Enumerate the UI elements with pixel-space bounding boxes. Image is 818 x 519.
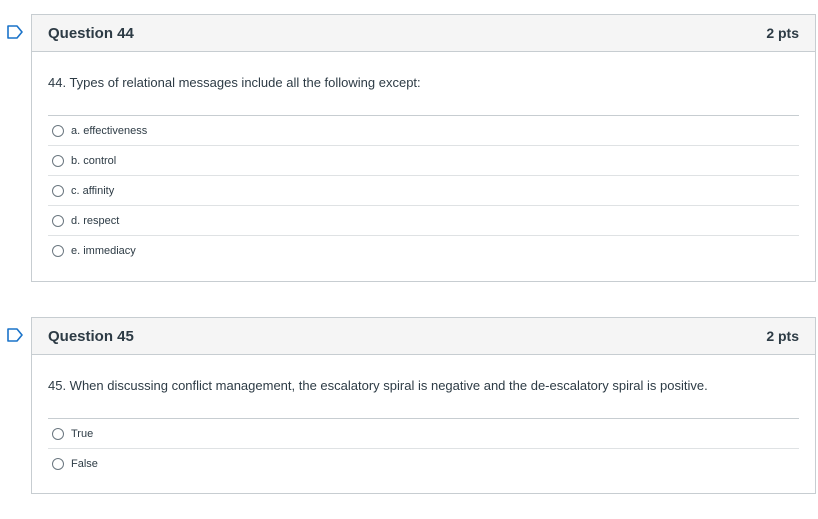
bookmark-flag-icon[interactable] bbox=[7, 328, 24, 342]
question-points: 2 pts bbox=[766, 328, 799, 344]
answer-option[interactable]: a. effectiveness bbox=[48, 116, 799, 146]
answer-label: c. affinity bbox=[71, 184, 115, 197]
quiz-page: Question 44 2 pts 44. Types of relationa… bbox=[0, 0, 818, 519]
answer-label: True bbox=[71, 427, 94, 440]
radio-button[interactable] bbox=[52, 214, 64, 227]
question-body: 44. Types of relational messages include… bbox=[32, 52, 815, 266]
radio-button[interactable] bbox=[52, 184, 64, 197]
question-header: Question 44 2 pts bbox=[32, 15, 815, 52]
answer-label: b. control bbox=[71, 154, 117, 167]
radio-button[interactable] bbox=[52, 458, 64, 470]
answer-label: a. effectiveness bbox=[71, 124, 148, 137]
question-body: 45. When discussing conflict management,… bbox=[32, 355, 815, 479]
radio-button[interactable] bbox=[52, 124, 64, 137]
answer-option[interactable]: True bbox=[48, 419, 799, 449]
answer-option[interactable]: False bbox=[48, 449, 799, 479]
radio-button[interactable] bbox=[52, 427, 64, 440]
answer-option[interactable]: d. respect bbox=[48, 206, 799, 236]
radio-button[interactable] bbox=[52, 154, 64, 167]
radio-button[interactable] bbox=[52, 245, 64, 257]
answer-option[interactable]: b. control bbox=[48, 146, 799, 176]
answer-label: d. respect bbox=[71, 214, 120, 227]
bookmark-flag-icon[interactable] bbox=[7, 25, 24, 39]
answer-label: False bbox=[71, 458, 98, 470]
answer-option[interactable]: e. immediacy bbox=[48, 236, 799, 266]
question-header: Question 45 2 pts bbox=[32, 318, 815, 355]
question-title: Question 44 bbox=[48, 24, 134, 42]
answer-list: True False bbox=[48, 418, 799, 479]
answer-label: e. immediacy bbox=[71, 245, 136, 257]
answer-list: a. effectiveness b. control c. affinity … bbox=[48, 115, 799, 266]
question-points: 2 pts bbox=[766, 25, 799, 41]
question-card: Question 45 2 pts 45. When discussing co… bbox=[31, 317, 816, 494]
question-title: Question 45 bbox=[48, 327, 134, 345]
answer-option[interactable]: c. affinity bbox=[48, 176, 799, 206]
question-text: 44. Types of relational messages include… bbox=[48, 75, 421, 90]
question-card: Question 44 2 pts 44. Types of relationa… bbox=[31, 14, 816, 282]
question-text: 45. When discussing conflict management,… bbox=[48, 378, 708, 393]
